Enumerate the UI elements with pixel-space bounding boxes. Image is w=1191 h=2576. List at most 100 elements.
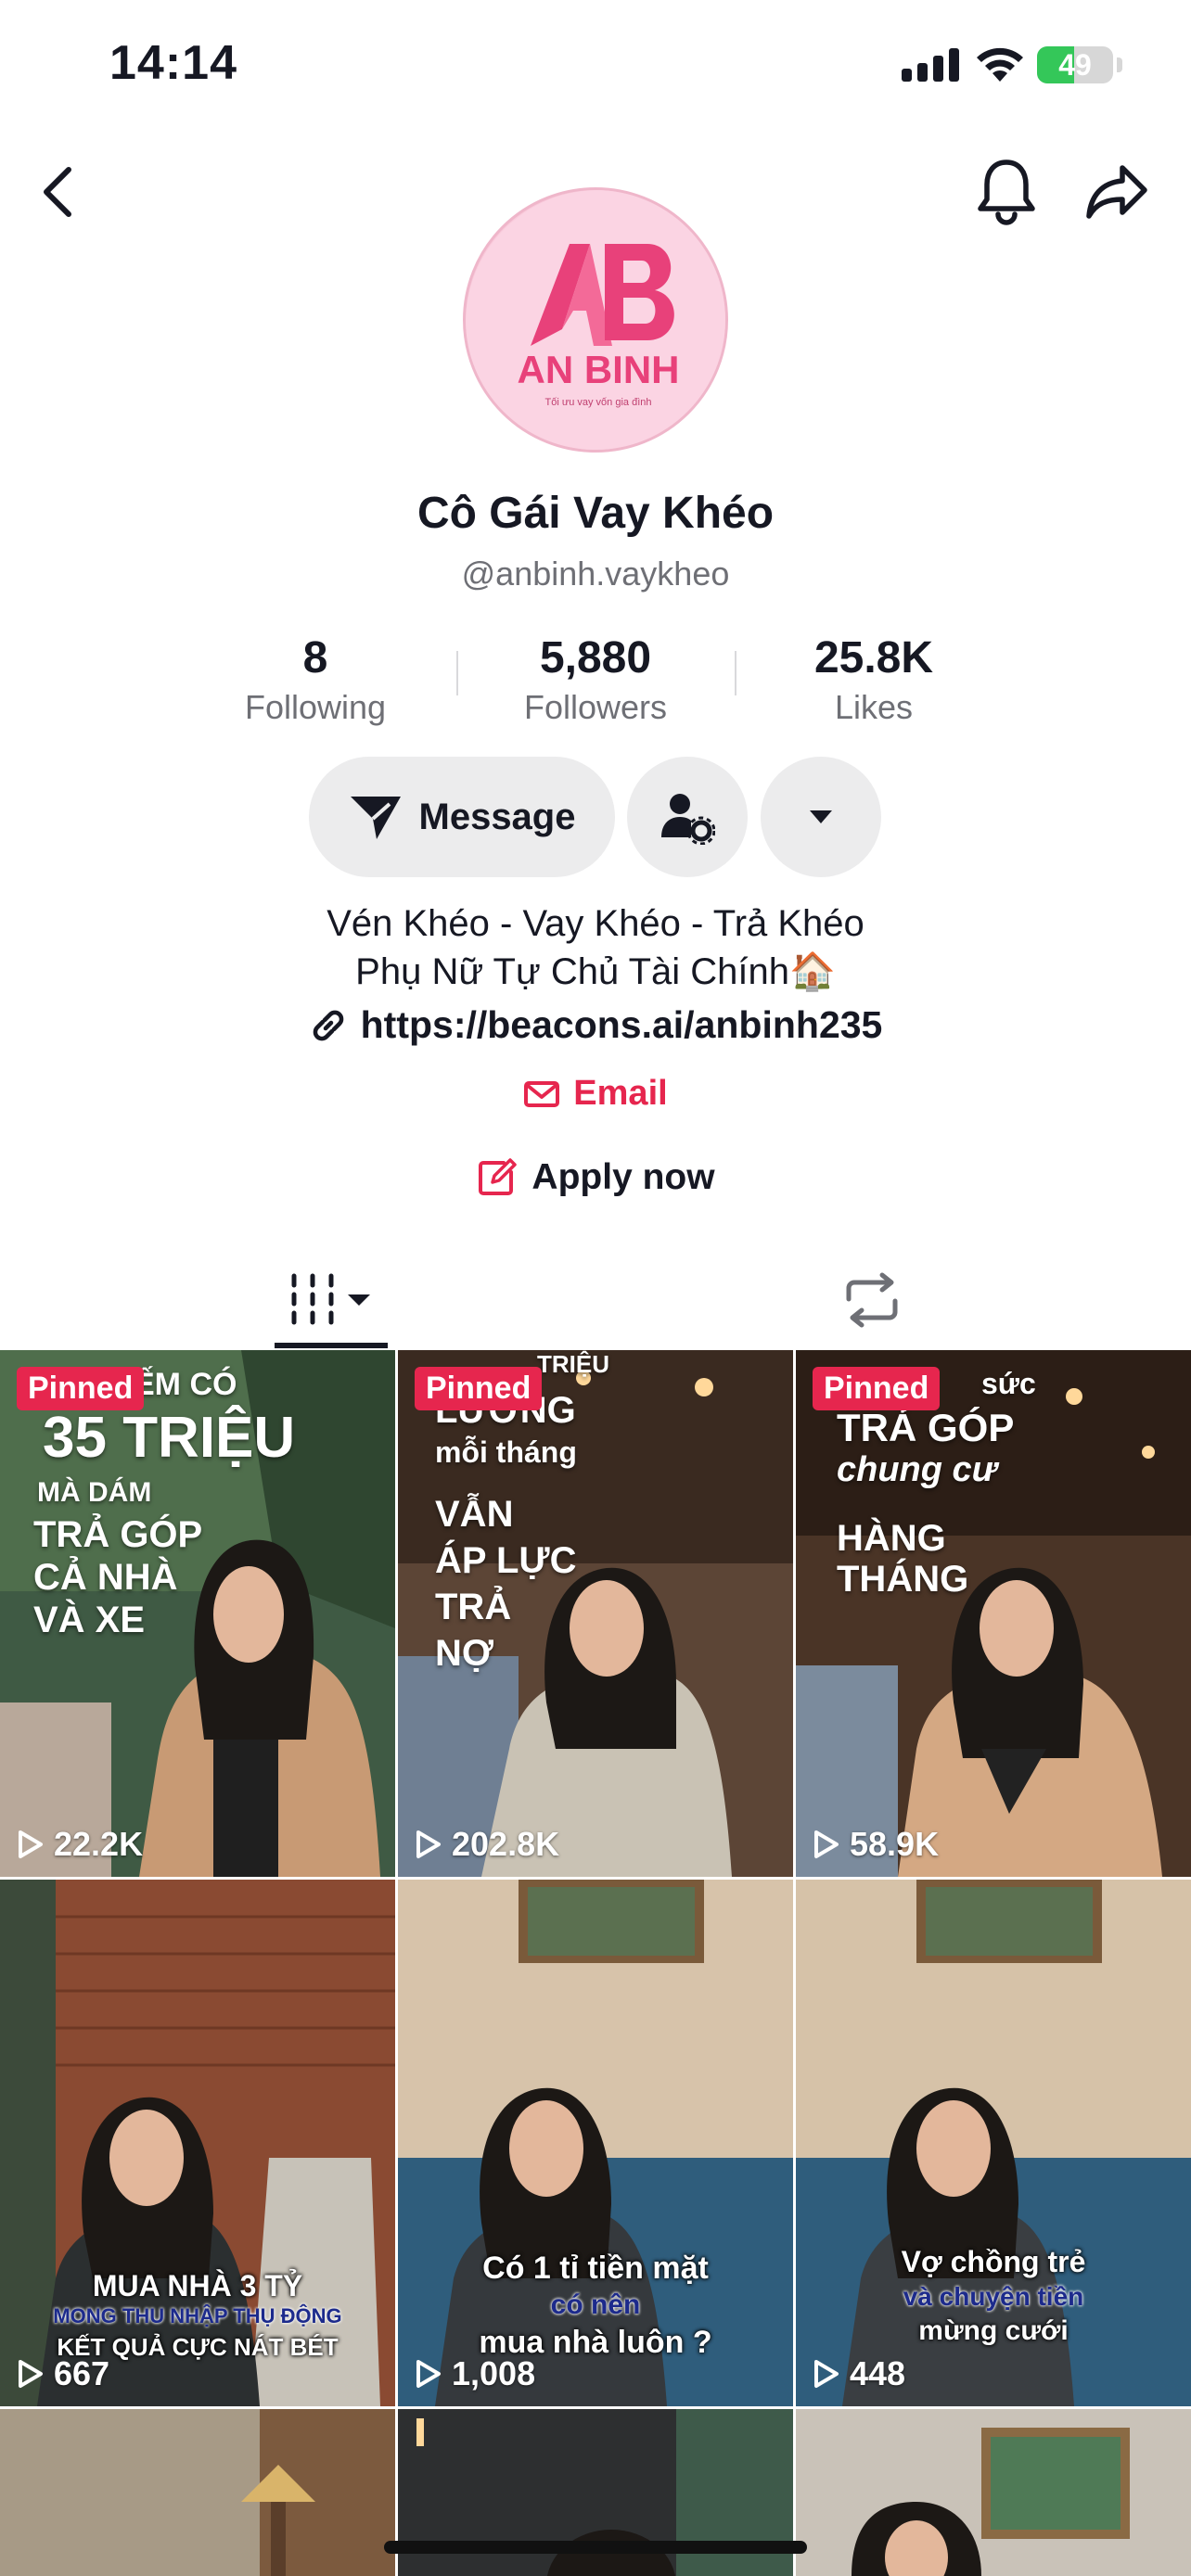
tab-reposts[interactable] (826, 1252, 918, 1348)
tab-videos[interactable] (275, 1252, 388, 1348)
video-overlay-line: TRẢ GÓP (33, 1514, 203, 1555)
email-label: Email (573, 1074, 668, 1113)
video-caption-line: mừng cưới (918, 2315, 1069, 2346)
video-overlay-line: TRIỆU (537, 1350, 609, 1378)
chevron-left-icon (44, 167, 71, 217)
video-caption-highlight: MONG THU NHẬP THỤ ĐỘNG (53, 2304, 342, 2327)
video-caption-highlight: có nên (550, 2289, 641, 2320)
play-icon (814, 2360, 839, 2388)
share-arrow-icon (1086, 165, 1147, 219)
pinned-badge: Pinned (17, 1367, 145, 1410)
tab-active-indicator (275, 1343, 388, 1348)
video-thumbnail (0, 2409, 395, 2576)
stat-following[interactable]: 8 Following (176, 631, 455, 729)
video-overlay-line: CẢ NHÀ (33, 1557, 178, 1598)
following-label: Following (244, 688, 387, 726)
video-caption-line: và chuyện tiền (796, 2282, 1191, 2312)
play-icon (416, 1830, 441, 1858)
pinned-badge: Pinned (415, 1367, 543, 1410)
notifications-button[interactable] (972, 154, 1041, 228)
apply-label: Apply now (531, 1157, 715, 1197)
view-count-value: 1,008 (452, 2354, 536, 2392)
play-icon (19, 2360, 43, 2388)
bio-line-1: Vén Khéo - Vay Khéo - Trả Khéo (327, 903, 864, 944)
followers-label: Followers (523, 688, 668, 726)
battery-tip (1117, 57, 1122, 72)
view-count: 667 (17, 2354, 109, 2393)
video-overlay-line: chung cư (837, 1450, 997, 1489)
likes-count: 25.8K (813, 633, 934, 682)
status-time: 14:14 (109, 36, 237, 90)
likes-label: Likes (834, 688, 914, 726)
video-overlay-line: NỢ (435, 1633, 494, 1674)
video-caption-line: có nên (398, 2289, 793, 2322)
view-count: 22.2K (17, 1825, 143, 1864)
view-count-value: 22.2K (54, 1825, 144, 1863)
svg-text:Tối ưu vay vốn gia đình: Tối ưu vay vốn gia đình (545, 397, 652, 408)
more-options-button[interactable] (761, 757, 881, 877)
video-caption-highlight: và chuyện tiền (903, 2282, 1084, 2311)
video-tile[interactable]: Có 1 tỉ tiền mặt có nên mua nhà luôn ? 1… (398, 1880, 793, 2406)
edit-icon (479, 1158, 518, 1195)
video-overlay-line: MÀ DÁM (37, 1477, 152, 1508)
username: @anbinh.vaykheo (461, 555, 730, 593)
following-count: 8 (302, 633, 328, 682)
share-button[interactable] (1082, 156, 1154, 226)
video-caption-line: MUA NHÀ 3 TỶ (92, 2269, 303, 2302)
user-settings-icon (661, 794, 715, 845)
video-tile[interactable]: TRIỆU LƯƠNG mỗi tháng VẪN ÁP LỰC TRẢ NỢ … (398, 1350, 793, 1877)
video-overlay-line: sức (981, 1367, 1036, 1400)
friend-settings-button[interactable] (627, 757, 748, 877)
pinned-badge: Pinned (813, 1367, 941, 1410)
view-count: 1,008 (415, 2354, 535, 2393)
video-tile[interactable] (0, 2409, 395, 2576)
video-overlay-line: ÁP LỰC (435, 1540, 577, 1581)
video-overlay-line: 35 TRIỆU (43, 1406, 296, 1470)
video-overlay-line: VÀ XE (33, 1600, 146, 1640)
avatar[interactable]: AN BINH Tối ưu vay vốn gia đình (463, 187, 728, 453)
battery-indicator: 49 (1037, 46, 1113, 83)
cellular-signal-icon (902, 48, 959, 82)
video-overlay-line: TRẢ (435, 1587, 512, 1627)
repost-icon (846, 1272, 898, 1328)
play-icon (416, 2360, 441, 2388)
view-count-value: 448 (850, 2354, 906, 2392)
email-button[interactable]: Email (0, 1074, 1191, 1114)
stat-followers[interactable]: 5,880 Followers (456, 631, 735, 729)
view-count-value: 667 (54, 2354, 110, 2392)
mail-icon (524, 1080, 560, 1107)
video-tile[interactable]: KIẾM CÓ 35 TRIỆU MÀ DÁM TRẢ GÓP CẢ NHÀ V… (0, 1350, 395, 1877)
video-thumbnail (796, 2409, 1191, 2576)
back-button[interactable] (28, 158, 87, 226)
stat-likes[interactable]: 25.8K Likes (735, 631, 1013, 729)
bio-link[interactable]: https://beacons.ai/anbinh235 (0, 1003, 1191, 1047)
video-tile[interactable] (796, 2409, 1191, 2576)
followers-count: 5,880 (539, 633, 652, 682)
video-overlay-line: VẪN (435, 1494, 514, 1535)
bio-link-text: https://beacons.ai/anbinh235 (360, 1003, 883, 1046)
send-icon (350, 797, 401, 839)
apply-now-button[interactable]: Apply now (0, 1157, 1191, 1198)
caret-down-icon (810, 810, 832, 823)
home-indicator (384, 2541, 807, 2554)
link-icon (313, 1010, 343, 1040)
video-overlay-line: TRẢ GÓP (837, 1406, 1015, 1449)
battery-level: 49 (1058, 48, 1092, 82)
video-tile[interactable]: Vợ chồng trẻ và chuyện tiền mừng cưới 44… (796, 1880, 1191, 2406)
view-count: 58.9K (813, 1825, 939, 1864)
wifi-icon (977, 47, 1023, 82)
video-tile[interactable]: MUA NHÀ 3 TỶ MONG THU NHẬP THỤ ĐỘNG KẾT … (0, 1880, 395, 2406)
video-overlay-line: THÁNG (837, 1559, 969, 1600)
video-caption-line: Có 1 tỉ tiền mặt (482, 2251, 709, 2286)
video-caption-line: MONG THU NHẬP THỤ ĐỘNG (0, 2304, 395, 2327)
play-icon (814, 1830, 839, 1858)
video-tile[interactable]: sức TRẢ GÓP chung cư HÀNG THÁNG Pinned 5… (796, 1350, 1191, 1877)
status-bar: 14:14 49 (0, 0, 1191, 130)
play-icon (19, 1830, 43, 1858)
message-button[interactable]: Message (309, 757, 615, 877)
view-count-value: 202.8K (452, 1825, 560, 1863)
video-overlay-line: HÀNG (837, 1518, 946, 1559)
grid-icon (291, 1273, 370, 1325)
svg-text:AN BINH: AN BINH (518, 348, 680, 391)
display-name: Cô Gái Vay Khéo (416, 489, 775, 538)
